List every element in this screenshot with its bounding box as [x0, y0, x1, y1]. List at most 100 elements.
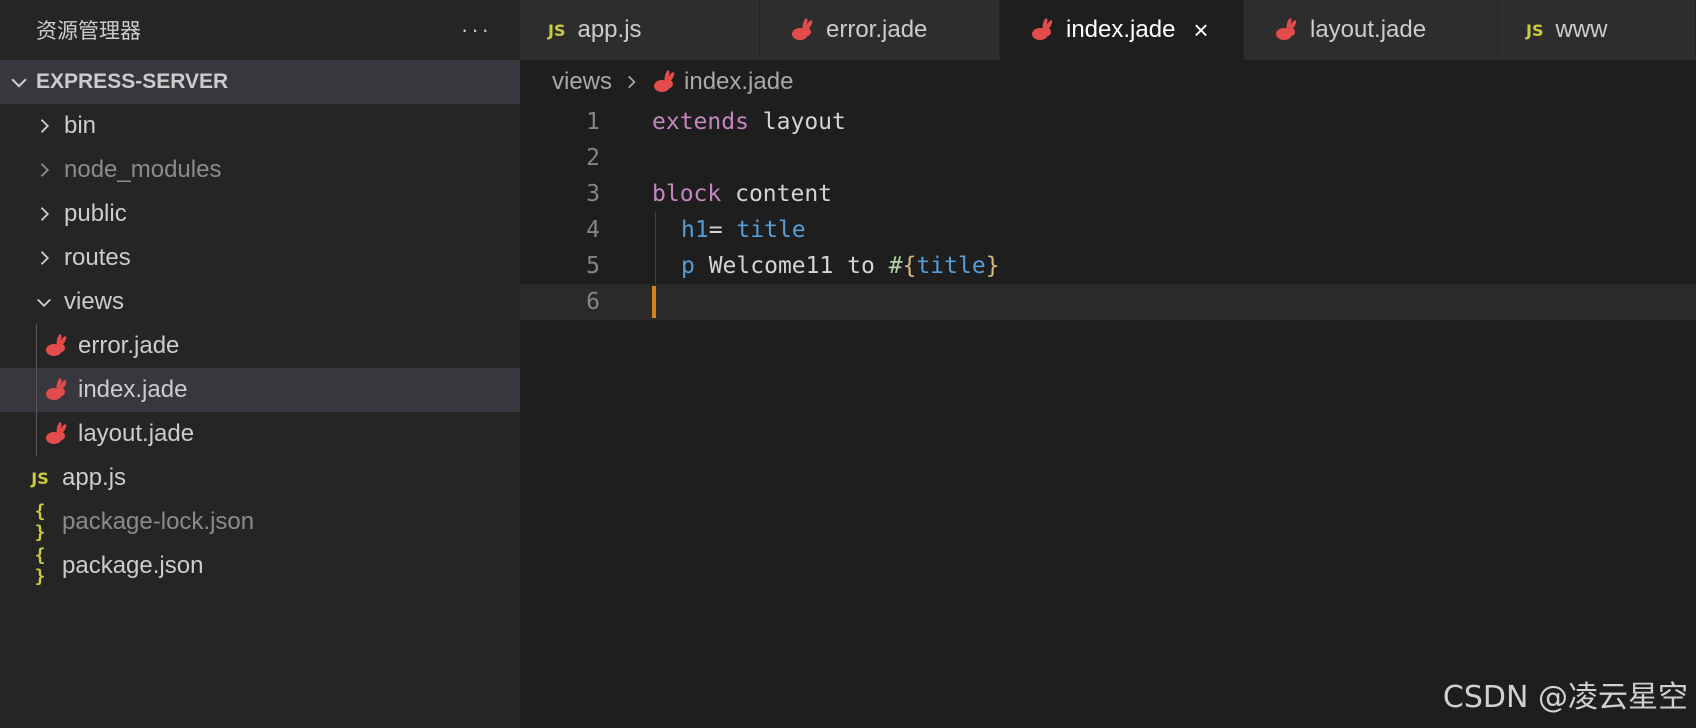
tree-item-label: app.js [62, 464, 127, 491]
line-number: 5 [586, 253, 600, 279]
tree-item-layout-jade[interactable]: layout.jade [0, 412, 520, 456]
tree-item-routes[interactable]: routes [0, 236, 520, 280]
code-line: 1 extends layout [520, 104, 1696, 140]
tree-item-label: index.jade [78, 376, 188, 403]
indent-guide [36, 412, 37, 456]
jade-file-icon [788, 17, 814, 43]
line-number: 3 [586, 181, 600, 207]
code-text: h1= title [681, 217, 806, 243]
breadcrumb: views index.jade [520, 60, 1696, 104]
tree-item-bin[interactable]: bin [0, 104, 520, 148]
interp-brace: { [902, 253, 917, 279]
indent-guide [36, 324, 37, 368]
tab-www[interactable]: JS www [1498, 0, 1696, 60]
editor-tabs: JS app.js error.jade index.jade × layout… [520, 0, 1696, 60]
explorer-sidebar: 资源管理器 ··· EXPRESS-SERVER bin node_module… [0, 0, 520, 728]
tag-name: p [681, 253, 695, 279]
code-line: 2 [520, 140, 1696, 176]
js-file-icon: JS [548, 20, 566, 40]
js-file-icon: JS [1526, 20, 1544, 40]
line-number: 6 [586, 289, 600, 315]
code-plain: layout [748, 109, 846, 135]
tree-item-public[interactable]: public [0, 192, 520, 236]
variable: title [736, 217, 806, 243]
more-actions-icon[interactable]: ··· [461, 17, 492, 43]
tree-item-package-json[interactable]: { } package.json [0, 544, 520, 588]
breadcrumb-folder[interactable]: views [552, 68, 612, 96]
tab-label: error.jade [826, 16, 928, 43]
tree-item-error-jade[interactable]: error.jade [0, 324, 520, 368]
code-text: extends layout [652, 109, 846, 135]
tab-error-jade[interactable]: error.jade [760, 0, 1000, 60]
code-text: p Welcome11 to #{title} [681, 253, 1000, 279]
chevron-right-icon [628, 75, 636, 89]
code-line: 3 block content [520, 176, 1696, 212]
tree-item-label: package.json [62, 552, 204, 579]
json-file-icon: { } [34, 501, 46, 543]
line-number: 2 [586, 145, 600, 171]
interp-hash: # [888, 253, 903, 279]
variable: title [916, 253, 986, 279]
code-plain: Welcome11 to [694, 253, 889, 279]
json-file-icon: { } [34, 545, 46, 587]
tab-app-js[interactable]: JS app.js [520, 0, 760, 60]
close-icon[interactable]: × [1193, 15, 1208, 46]
project-name: EXPRESS-SERVER [36, 70, 229, 93]
code-plain: = [708, 217, 737, 243]
tree-item-label: bin [64, 112, 97, 139]
chevron-right-icon [40, 119, 50, 133]
tab-label: www [1555, 16, 1608, 43]
interp-brace: } [985, 253, 1000, 279]
code-plain: content [721, 181, 833, 207]
line-number: 4 [586, 217, 600, 243]
jade-file-icon [654, 70, 675, 92]
jade-file-icon [46, 378, 67, 400]
project-folder[interactable]: EXPRESS-SERVER [0, 60, 520, 104]
code-editor[interactable]: 1 extends layout 2 3 block content 4 h1=… [520, 104, 1696, 728]
tab-index-jade[interactable]: index.jade × [1000, 0, 1244, 60]
tree-item-label: views [64, 288, 125, 315]
line-number: 1 [586, 109, 600, 135]
breadcrumb-file-label: index.jade [684, 68, 794, 95]
js-file-icon: JS [31, 468, 49, 488]
tree-item-label: error.jade [78, 332, 180, 359]
jade-file-icon [1272, 17, 1298, 43]
code-line: 4 h1= title [520, 212, 1696, 248]
watermark: CSDN @凌云星空 [1442, 680, 1688, 715]
tree-item-package-lock-json[interactable]: { } package-lock.json [0, 500, 520, 544]
tree-item-views[interactable]: views [0, 280, 520, 324]
chevron-down-icon [11, 78, 27, 88]
tab-label: layout.jade [1310, 16, 1427, 43]
chevron-right-icon [40, 207, 50, 221]
chevron-down-icon [37, 298, 51, 308]
tab-label: index.jade [1066, 16, 1176, 43]
tree-item-label: layout.jade [78, 420, 195, 447]
indent-guide [36, 368, 37, 412]
jade-file-icon [46, 422, 67, 444]
tree-item-index-jade[interactable]: index.jade [0, 368, 520, 412]
tag-name: h1 [681, 217, 709, 243]
chevron-right-icon [40, 163, 50, 177]
jade-file-icon [1028, 17, 1054, 43]
tree-item-label: public [64, 200, 127, 227]
breadcrumb-file[interactable]: index.jade [650, 68, 793, 96]
keyword: block [652, 181, 722, 207]
keyword: extends [652, 109, 749, 135]
code-line: 5 p Welcome11 to #{title} [520, 248, 1696, 284]
tree-item-label: routes [64, 244, 131, 271]
code-text: block content [652, 181, 832, 207]
indent-guide [655, 212, 656, 248]
tree-item-label: node_modules [64, 156, 222, 183]
tree-item-label: package-lock.json [62, 508, 255, 535]
chevron-right-icon [40, 251, 50, 265]
tree-item-app-js[interactable]: JS app.js [0, 456, 520, 500]
explorer-title: 资源管理器 [36, 20, 141, 43]
explorer-header: 资源管理器 ··· [0, 0, 520, 60]
tree-item-node-modules[interactable]: node_modules [0, 148, 520, 192]
tab-label: app.js [577, 16, 642, 43]
jade-file-icon [46, 334, 67, 356]
code-line-current: 6 [520, 284, 1696, 320]
text-cursor [652, 286, 656, 318]
tab-layout-jade[interactable]: layout.jade [1244, 0, 1498, 60]
indent-guide [655, 248, 656, 284]
